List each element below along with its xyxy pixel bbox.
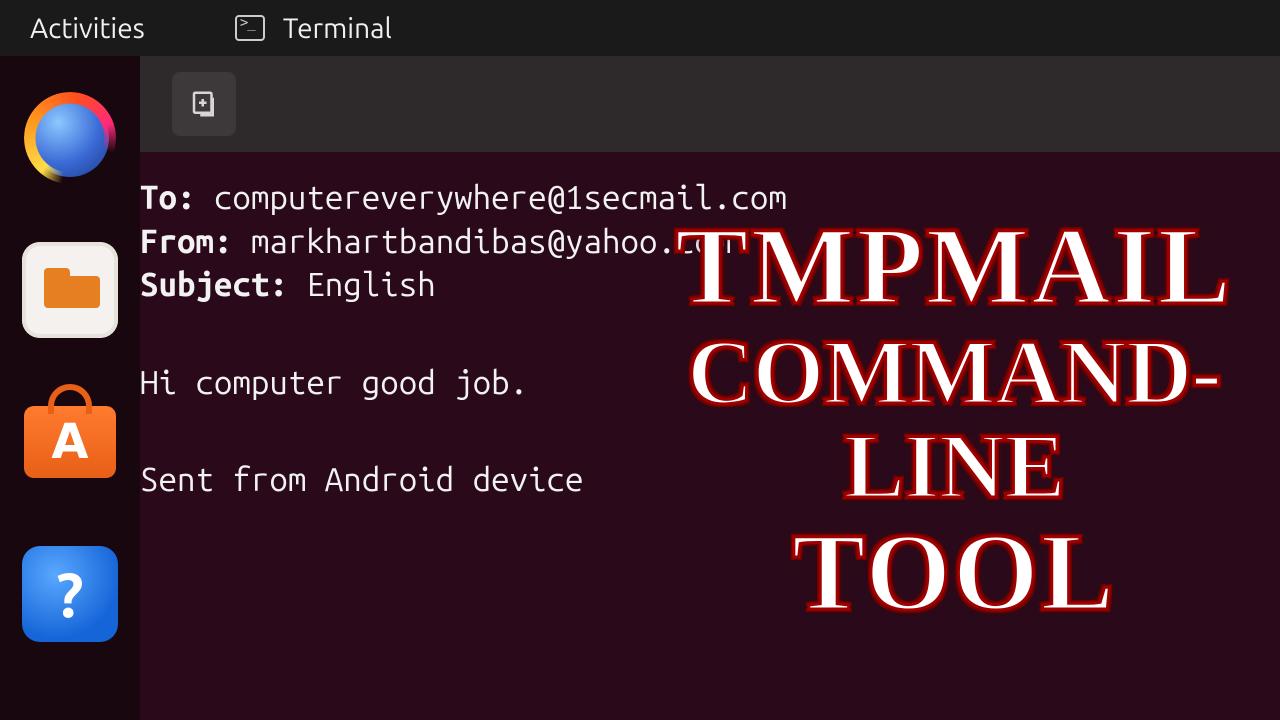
mail-to-value: computereverywhere@1secmail.com	[214, 179, 787, 216]
terminal-icon	[235, 15, 265, 41]
terminal-tab-bar	[140, 56, 1280, 152]
active-app-label: Terminal	[283, 13, 392, 44]
mail-subject-row: Subject: English	[140, 263, 1280, 307]
activities-button[interactable]: Activities	[30, 13, 145, 44]
gnome-top-bar: Activities Terminal	[0, 0, 1280, 56]
active-app-indicator[interactable]: Terminal	[235, 13, 392, 44]
new-tab-button[interactable]	[172, 72, 236, 136]
dock-item-firefox[interactable]	[22, 90, 118, 186]
terminal-window: To: computereverywhere@1secmail.com From…	[140, 56, 1280, 720]
mail-from-label: From:	[140, 223, 232, 260]
dock-item-software[interactable]: A	[22, 394, 118, 490]
new-tab-icon	[189, 89, 219, 119]
firefox-flame-icon	[24, 92, 116, 184]
mail-to-label: To:	[140, 179, 195, 216]
mail-subject-value: English	[306, 266, 435, 303]
help-question-icon: ?	[56, 559, 83, 629]
software-letter: A	[51, 414, 88, 470]
mail-from-row: From: markhartbandibas@yahoo.com	[140, 220, 1280, 264]
mail-to-row: To: computereverywhere@1secmail.com	[140, 176, 1280, 220]
mail-body-line: Hi computer good job.	[140, 361, 1280, 405]
mail-subject-label: Subject:	[140, 266, 288, 303]
mail-signature-line: Sent from Android device	[140, 458, 1280, 502]
terminal-output[interactable]: To: computereverywhere@1secmail.com From…	[140, 152, 1280, 502]
dock: A ?	[0, 56, 140, 720]
software-handle-icon	[48, 384, 92, 414]
mail-from-value: markhartbandibas@yahoo.com	[251, 223, 731, 260]
dock-item-files[interactable]	[22, 242, 118, 338]
software-bag-icon: A	[24, 406, 116, 478]
dock-item-help[interactable]: ?	[22, 546, 118, 642]
